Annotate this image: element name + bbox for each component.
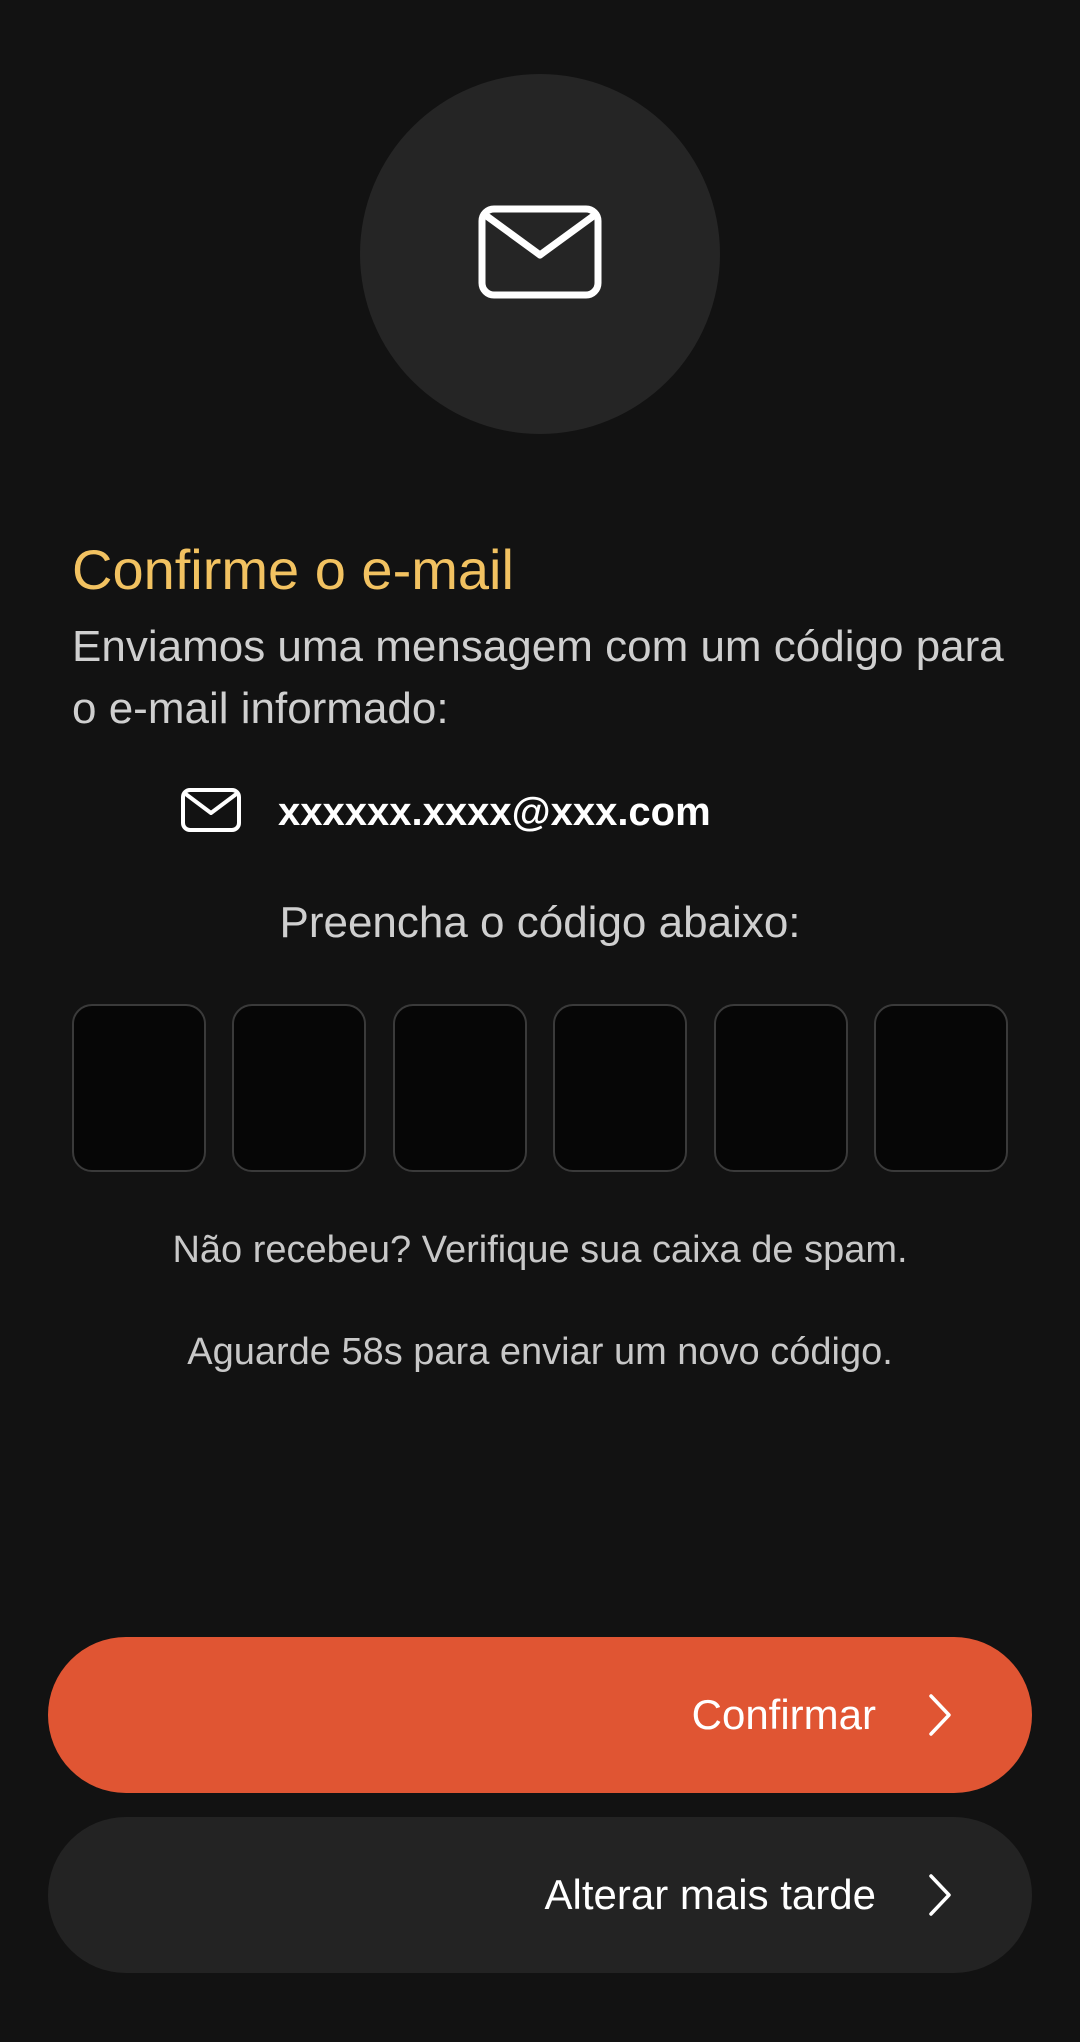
code-digit-5[interactable] (713, 1004, 848, 1172)
page-title: Confirme o e-mail (72, 538, 514, 601)
mail-icon (478, 205, 602, 304)
confirm-button-label: Confirmar (691, 1691, 876, 1738)
confirm-button[interactable]: Confirmar (48, 1637, 1032, 1793)
spam-hint: Não recebeu? Verifique sua caixa de spam… (172, 1229, 908, 1271)
code-digit-3[interactable] (392, 1004, 527, 1172)
code-digit-6[interactable] (873, 1004, 1008, 1172)
change-later-button[interactable]: Alterar mais tarde (48, 1817, 1032, 1973)
code-input-group (72, 1004, 1008, 1174)
chevron-right-icon (928, 1873, 952, 1917)
page-subtitle: Enviamos uma mensagem com um código para… (72, 622, 1004, 733)
email-row: xxxxxx.xxxx@xxx.com (180, 782, 711, 842)
code-digit-2[interactable] (232, 1004, 367, 1172)
mail-icon (180, 787, 242, 838)
chevron-right-icon (928, 1693, 952, 1737)
email-address: xxxxxx.xxxx@xxx.com (278, 789, 711, 834)
code-label: Preencha o código abaixo: (279, 898, 801, 947)
code-digit-4[interactable] (553, 1004, 688, 1172)
header-mail-badge (360, 74, 720, 434)
change-later-button-label: Alterar mais tarde (544, 1871, 876, 1918)
resend-countdown: Aguarde 58s para enviar um novo código. (187, 1331, 893, 1373)
code-digit-1[interactable] (72, 1004, 206, 1172)
